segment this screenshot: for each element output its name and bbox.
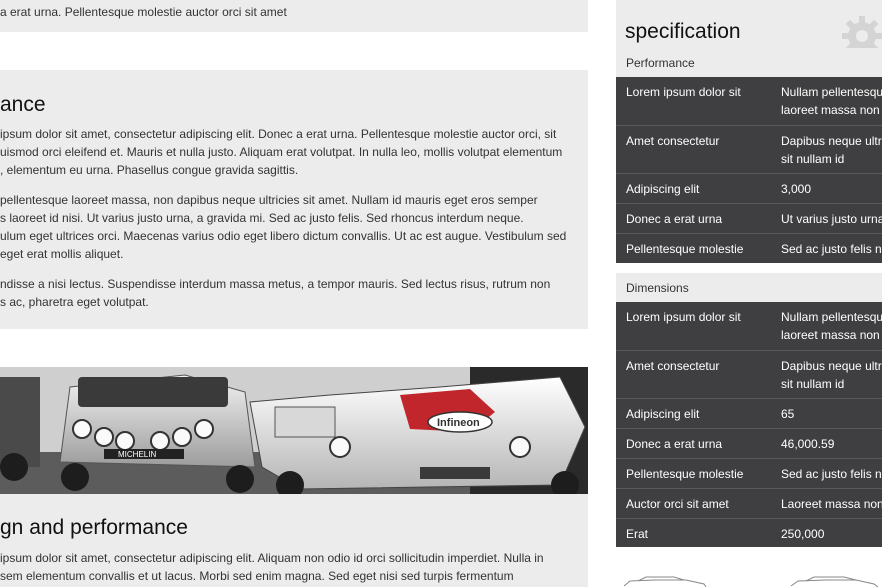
hero-race-cars-image: MICHELIN Infineon	[0, 367, 588, 494]
table-row: Donec a erat urna Ut varius justo urna	[616, 203, 882, 233]
table-row: Pellentesque molestie Sed ac justo felis…	[616, 458, 882, 488]
specification-header: specification	[616, 0, 882, 56]
performance-label: Performance	[616, 48, 882, 77]
table-row: Lorem ipsum dolor sit Nullam pellentesqu…	[626, 310, 882, 342]
table-row: Adipiscing elit 3,000	[616, 173, 882, 203]
main-content: a erat urna. Pellentesque molestie aucto…	[0, 0, 588, 587]
table-row: Erat 250,000	[616, 518, 882, 548]
table-row: Auctor orci sit amet Laoreet massa non	[616, 488, 882, 518]
paragraph-4: ipsum dolor sit amet, consectetur adipis…	[0, 551, 544, 583]
dimensions-table: Lorem ipsum dolor sit Nullam pellentesqu…	[616, 302, 882, 547]
table-row: Adipiscing elit 65	[616, 398, 882, 428]
paragraph-2: pellentesque laoreet massa, non dapibus …	[0, 193, 567, 261]
table-row: Pellentesque molestie Sed ac justo felis…	[616, 233, 882, 264]
car-outline-icon	[623, 576, 707, 587]
intro-text: a erat urna. Pellentesque molestie aucto…	[0, 5, 287, 19]
specification-sidebar: specification Performance Lorem ipsum do…	[616, 0, 882, 587]
section-heading-design: gn and performance	[0, 516, 188, 539]
performance-article-panel: ance ipsum dolor sit amet, consectetur a…	[0, 70, 588, 329]
section-heading-performance: ance	[0, 93, 46, 116]
table-row: Donec a erat urna 46,000.59	[616, 428, 882, 458]
table-row: Amet consectetur Dapibus neque ultr sit n…	[616, 125, 882, 173]
dimensions-label: Dimensions	[616, 273, 882, 302]
sponsor-label: Infineon	[437, 417, 480, 429]
spec-title: specification	[625, 20, 741, 43]
paragraph-1: ipsum dolor sit amet, consectetur adipis…	[0, 127, 563, 177]
design-article-panel: gn and performance ipsum dolor sit amet,…	[0, 494, 588, 587]
intro-panel: a erat urna. Pellentesque molestie aucto…	[0, 0, 588, 32]
car-outline-thumbnails	[623, 576, 879, 587]
paragraph-3: ndisse a nisi lectus. Suspendisse interd…	[0, 277, 551, 309]
race-cars-illustration: MICHELIN Infineon	[0, 367, 588, 494]
tire-brand-label: MICHELIN	[118, 450, 156, 459]
table-row: Amet consectetur Dapibus neque ultr sit n…	[616, 350, 882, 398]
table-row: Lorem ipsum dolor sit Nullam pellentesqu…	[626, 85, 882, 117]
performance-table: Lorem ipsum dolor sit Nullam pellentesqu…	[616, 77, 882, 263]
car-outline-icon	[790, 576, 879, 587]
